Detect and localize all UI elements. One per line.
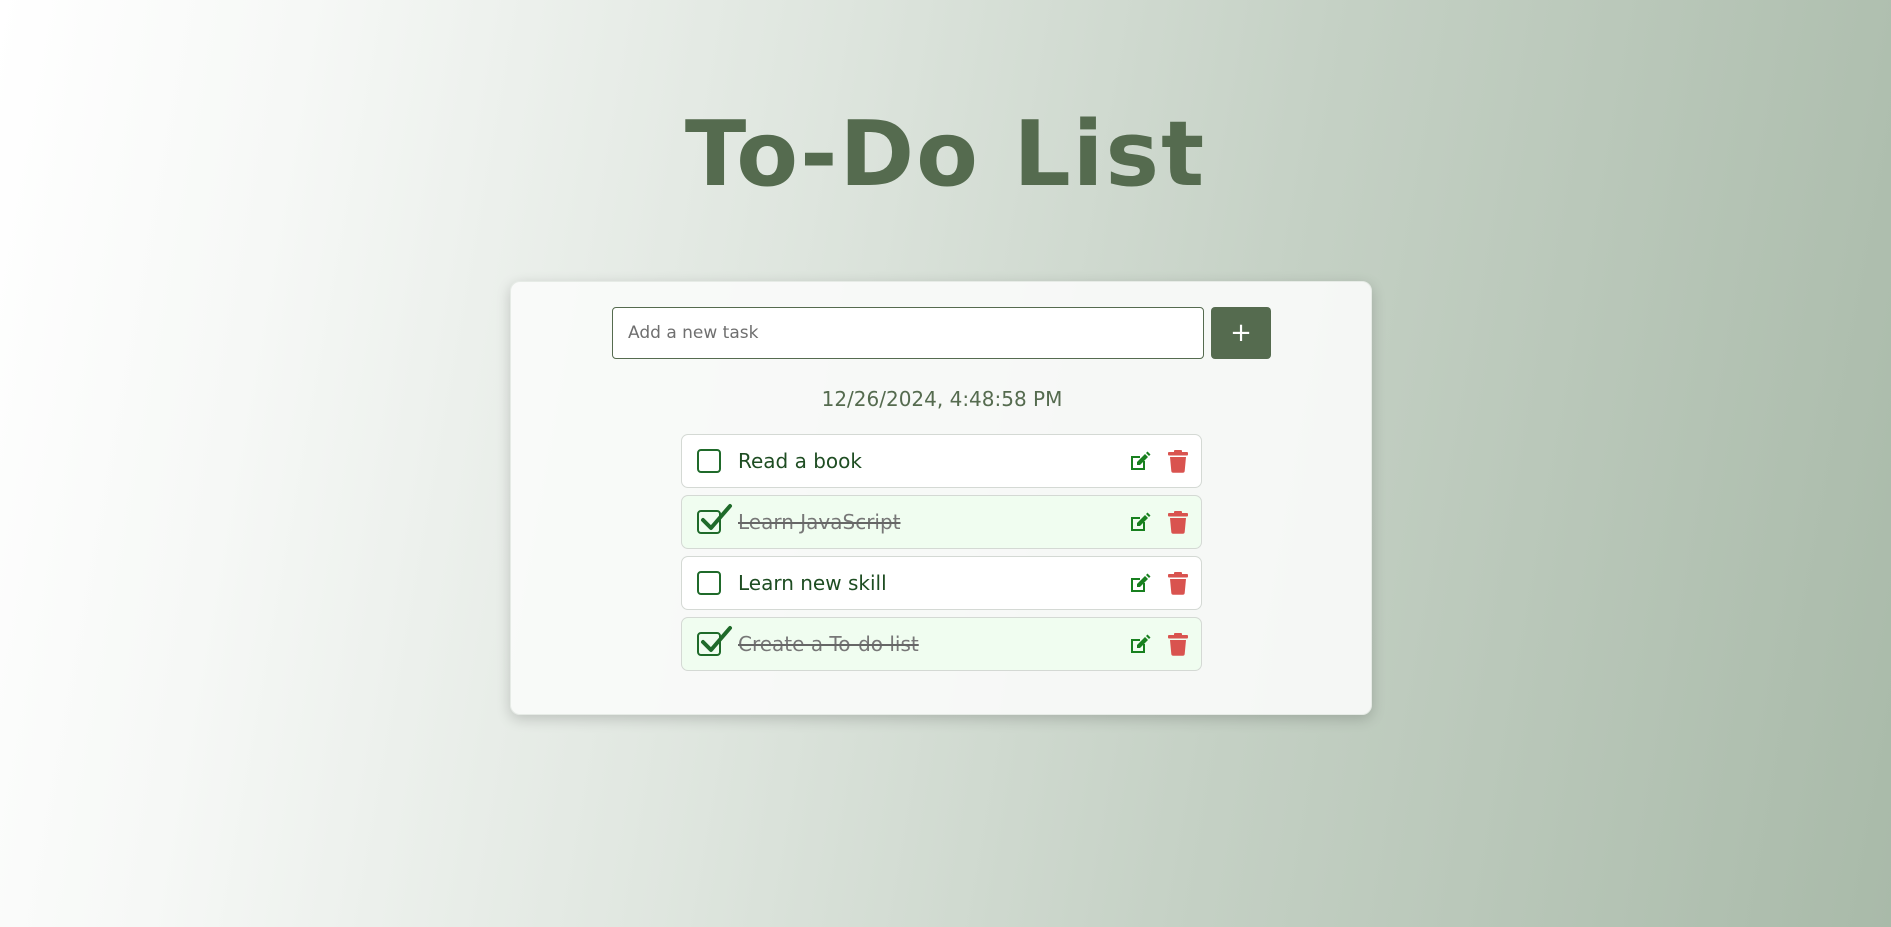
todo-card: + 12/26/2024, 4:48:58 PM Read a book Lea…: [510, 281, 1372, 715]
edit-icon[interactable]: [1128, 449, 1152, 473]
edit-icon-glyph: [1131, 573, 1151, 592]
task-checkbox[interactable]: [697, 626, 732, 656]
trash-icon[interactable]: [1167, 510, 1189, 534]
edit-icon[interactable]: [1128, 510, 1152, 534]
checkmark-icon: [701, 504, 732, 530]
edit-icon-glyph: [1131, 451, 1151, 470]
add-task-button[interactable]: +: [1211, 307, 1271, 359]
trash-icon[interactable]: [1167, 571, 1189, 595]
task-list: Read a book Learn JavaScript Learn new s…: [681, 434, 1202, 678]
task-text: Read a book: [738, 449, 862, 473]
trash-icon-glyph: [1168, 572, 1188, 595]
task-item: Read a book: [681, 434, 1202, 488]
task-item: Learn JavaScript: [681, 495, 1202, 549]
task-item: Create a To-do list: [681, 617, 1202, 671]
task-text: Create a To-do list: [738, 632, 919, 656]
task-text: Learn new skill: [738, 571, 887, 595]
edit-icon-glyph: [1131, 512, 1151, 531]
trash-icon-glyph: [1168, 633, 1188, 656]
checkmark-icon: [701, 626, 732, 652]
edit-icon[interactable]: [1128, 632, 1152, 656]
task-item: Learn new skill: [681, 556, 1202, 610]
trash-icon[interactable]: [1167, 449, 1189, 473]
trash-icon-glyph: [1168, 511, 1188, 534]
new-task-input[interactable]: [612, 307, 1204, 359]
current-datetime: 12/26/2024, 4:48:58 PM: [821, 387, 1063, 411]
task-checkbox[interactable]: [697, 571, 721, 595]
trash-icon-glyph: [1168, 450, 1188, 473]
task-checkbox[interactable]: [697, 449, 721, 473]
task-checkbox[interactable]: [697, 504, 732, 534]
edit-icon[interactable]: [1128, 571, 1152, 595]
task-text: Learn JavaScript: [738, 510, 901, 534]
edit-icon-glyph: [1131, 634, 1151, 653]
trash-icon[interactable]: [1167, 632, 1189, 656]
page-title: To-Do List: [684, 102, 1207, 207]
